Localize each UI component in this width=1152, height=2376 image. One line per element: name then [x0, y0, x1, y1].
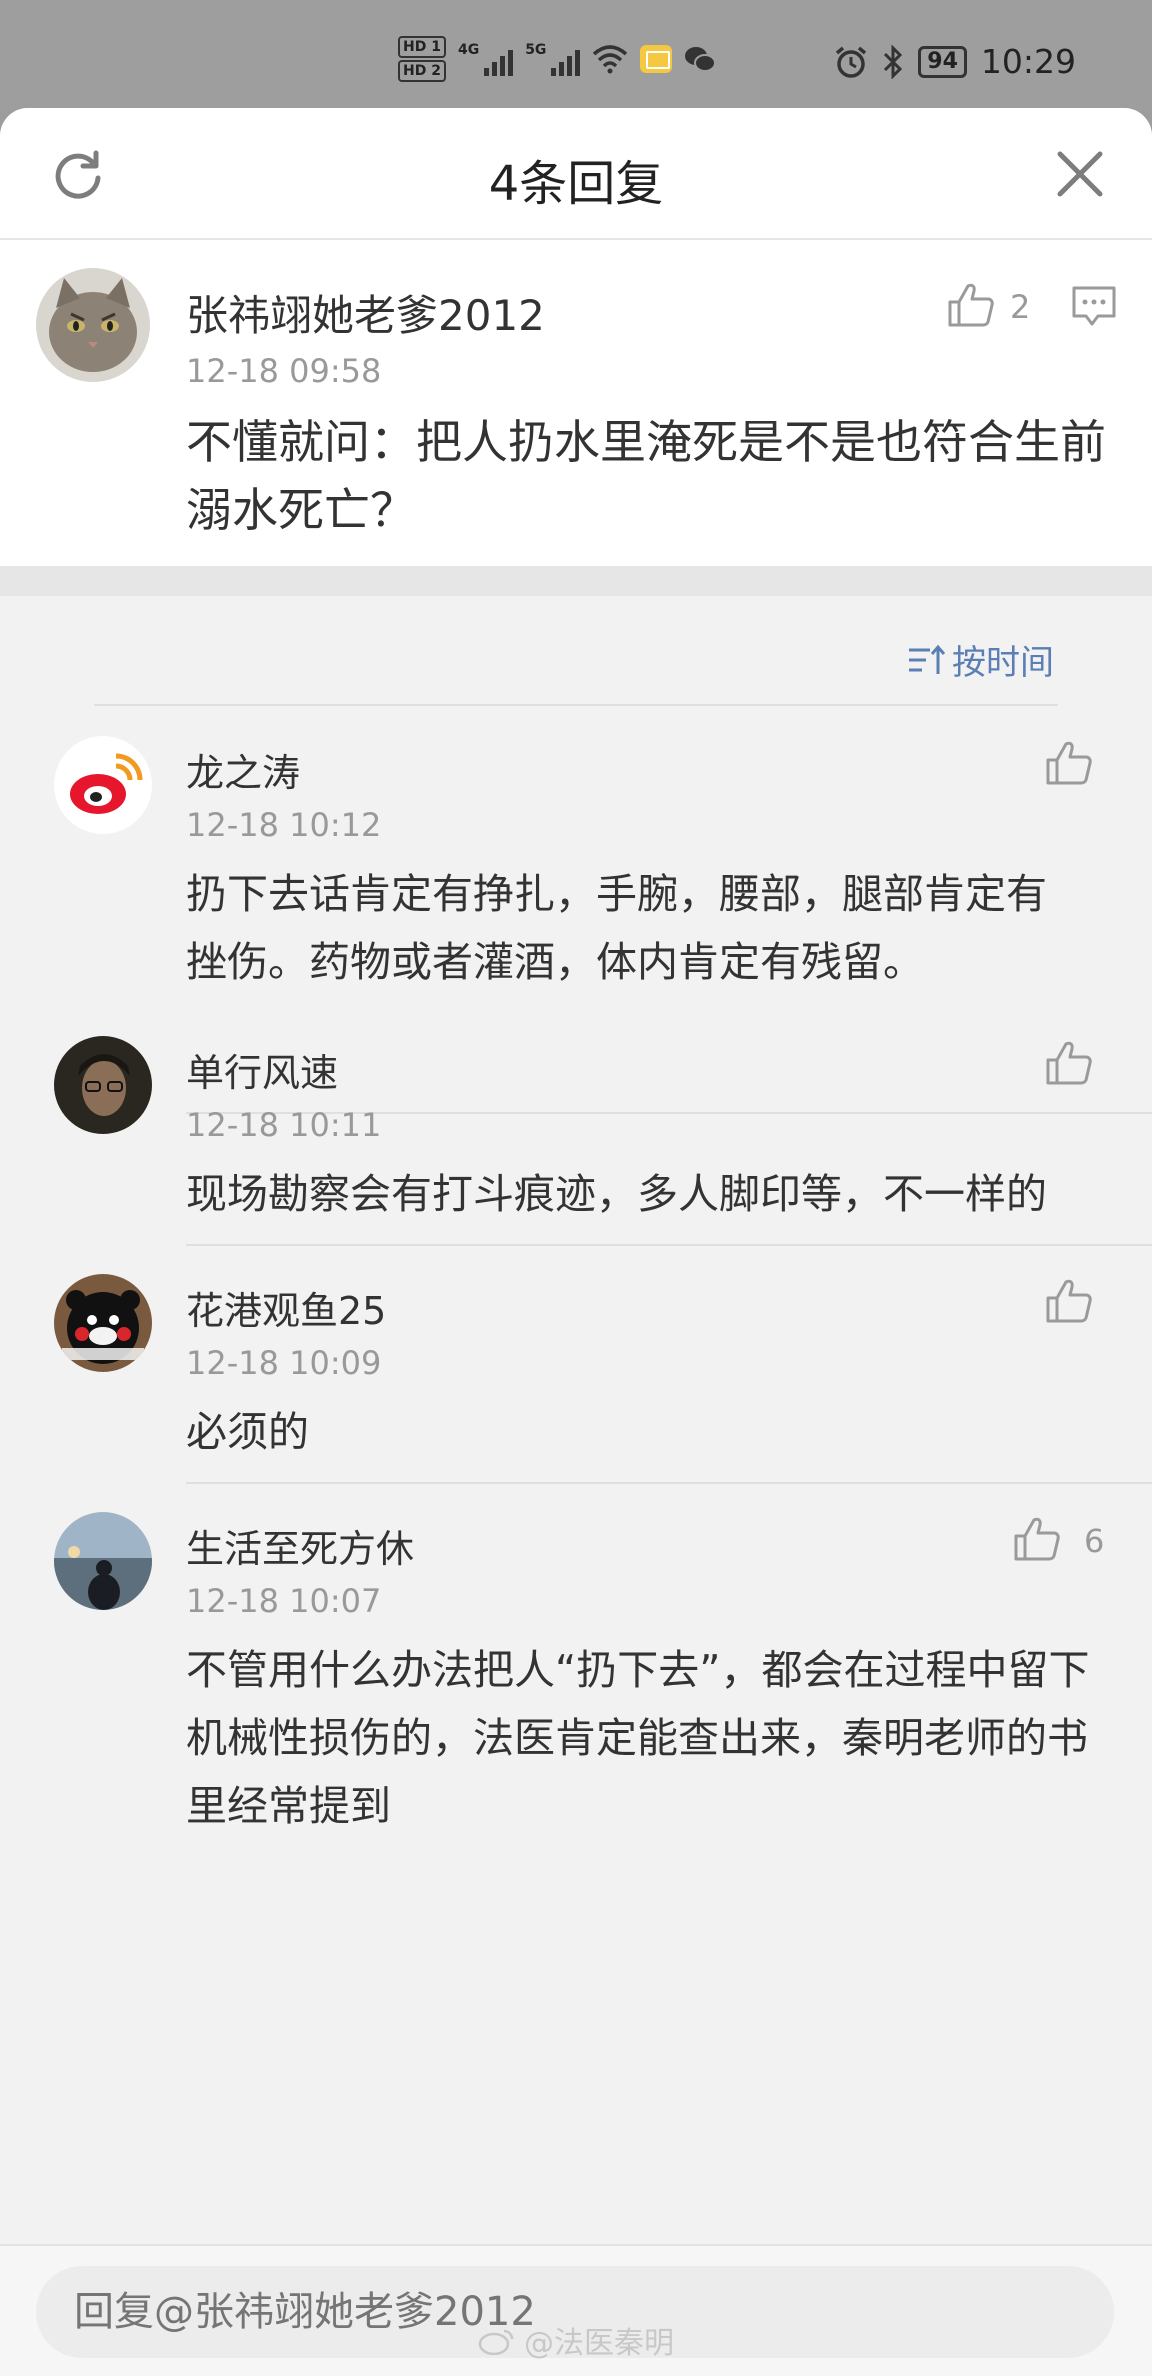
signal-2-icon: 5G	[525, 42, 581, 76]
status-left: HD 1 HD 2 4G 5G	[398, 36, 717, 82]
reply-user[interactable]: 生活至死方休	[186, 1518, 414, 1573]
reply-user[interactable]: 单行风速	[186, 1042, 338, 1097]
person-avatar-image	[54, 1036, 152, 1134]
wechat-icon	[685, 47, 717, 72]
like-icon[interactable]	[1012, 1514, 1062, 1564]
reply-time: 12-18 10:07	[186, 1582, 382, 1620]
reply-time: 12-18 10:11	[186, 1106, 382, 1144]
clock: 10:29	[980, 42, 1076, 81]
kumamon-avatar-image	[54, 1274, 152, 1372]
hd1-label: HD 1	[398, 36, 446, 58]
battery-icon: 94	[918, 45, 967, 78]
wifi-icon	[593, 45, 628, 74]
signal-1-label: 4G	[457, 42, 480, 58]
replies-sheet: 4条回复 张祎翊她老爹2012 12-18 09:58 不懂就问：把人扔水里淹死…	[0, 108, 1152, 2376]
like-icon[interactable]	[1044, 738, 1094, 788]
reply-text: 现场勘察会有打斗痕迹，多人脚印等，不一样的	[186, 1170, 1047, 1218]
hd2-label: HD 2	[398, 60, 446, 82]
reply-time: 12-18 10:09	[186, 1344, 382, 1382]
cat-avatar-image	[36, 268, 150, 382]
sheet-title: 4条回复	[488, 156, 664, 212]
avatar[interactable]	[54, 1036, 152, 1134]
sheet-header: 4条回复	[0, 108, 1152, 240]
watermark: @法医秦明	[478, 2318, 674, 2362]
divider	[94, 704, 1058, 706]
reply-text: 必须的	[186, 1408, 309, 1456]
section-gap	[0, 566, 1152, 596]
weibo-watermark-icon	[478, 2329, 514, 2355]
reply-time: 12-18 10:12	[186, 806, 382, 844]
divider	[186, 1244, 1152, 1246]
avatar[interactable]	[54, 736, 152, 834]
reply-user[interactable]: 龙之涛	[186, 742, 300, 797]
mail-icon	[640, 45, 673, 73]
status-bar: HD 1 HD 2 4G 5G 94 10:29	[0, 0, 1152, 110]
reply-text: 不管用什么办法把人“扔下去”，都会在过程中留下机械性损伤的，法医肯定能查出来，秦…	[186, 1646, 1090, 1830]
weibo-logo-avatar	[54, 736, 152, 834]
sort-icon	[909, 644, 946, 674]
status-right: 94 10:29	[834, 42, 1076, 81]
watermark-text: @法医秦明	[524, 2326, 674, 2361]
avatar[interactable]	[36, 268, 150, 382]
reply-like-count: 6	[1084, 1522, 1105, 1560]
main-comment-user[interactable]: 张祎翊她老爹2012	[186, 282, 545, 343]
signal-1-icon: 4G	[457, 42, 514, 76]
alarm-icon	[836, 46, 867, 78]
main-comment-time: 12-18 09:58	[186, 352, 382, 390]
signal-2-label: 5G	[525, 42, 547, 58]
like-icon[interactable]	[946, 280, 996, 330]
like-icon[interactable]	[1044, 1276, 1094, 1326]
reply-user[interactable]: 花港观鱼25	[186, 1280, 386, 1335]
reply-icon[interactable]	[1070, 282, 1118, 330]
close-icon[interactable]	[1054, 148, 1106, 200]
like-icon[interactable]	[1044, 1038, 1094, 1088]
main-comment: 张祎翊她老爹2012 12-18 09:58 不懂就问：把人扔水里淹死是不是也符…	[0, 240, 1152, 566]
sort-label: 按时间	[952, 643, 1054, 683]
divider	[186, 1482, 1152, 1484]
sea-avatar-image	[54, 1512, 152, 1610]
reply-text: 扔下去话肯定有挣扎，手腕，腰部，腿部肯定有挫伤。药物或者灌酒，体内肯定有残留。	[186, 870, 1047, 986]
hd-indicator: HD 1 HD 2	[398, 36, 446, 82]
avatar[interactable]	[54, 1274, 152, 1372]
main-comment-like-count: 2	[1010, 288, 1031, 326]
avatar[interactable]	[54, 1512, 152, 1610]
bluetooth-icon	[884, 44, 903, 79]
sort-by-time-button[interactable]: 按时间	[906, 635, 1054, 684]
main-comment-text: 不懂就问：把人扔水里淹死是不是也符合生前溺水死亡？	[186, 415, 1106, 537]
